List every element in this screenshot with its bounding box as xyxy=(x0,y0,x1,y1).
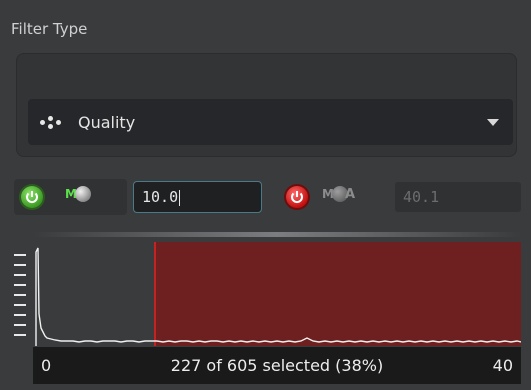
max-mode-toggle[interactable]: M A xyxy=(322,183,355,205)
min-power-icon[interactable] xyxy=(21,186,43,208)
min-mode-toggle[interactable]: M xyxy=(65,183,91,205)
selection-status: 227 of 605 selected (38%) xyxy=(170,356,384,375)
selection-region xyxy=(155,242,521,346)
histogram-ticks xyxy=(14,248,28,346)
min-value-input[interactable]: 10.0 xyxy=(133,181,262,213)
range-max-label: 40 xyxy=(492,356,513,375)
max-power-icon[interactable] xyxy=(286,186,308,208)
scatter-dots-icon xyxy=(38,112,66,132)
max-value-input[interactable]: 40.1 xyxy=(394,181,522,213)
disc-icon xyxy=(74,186,91,202)
histogram[interactable] xyxy=(33,242,522,346)
histogram-footer: 0 227 of 605 selected (38%) 40 xyxy=(33,347,521,384)
chevron-down-icon xyxy=(487,119,499,126)
auto-a-icon: A xyxy=(344,186,356,202)
filter-type-dropdown[interactable]: Quality xyxy=(28,99,513,145)
range-slider-track[interactable] xyxy=(33,232,521,237)
filter-type-label: Filter Type xyxy=(11,20,88,38)
filter-type-selected: Quality xyxy=(78,112,136,132)
